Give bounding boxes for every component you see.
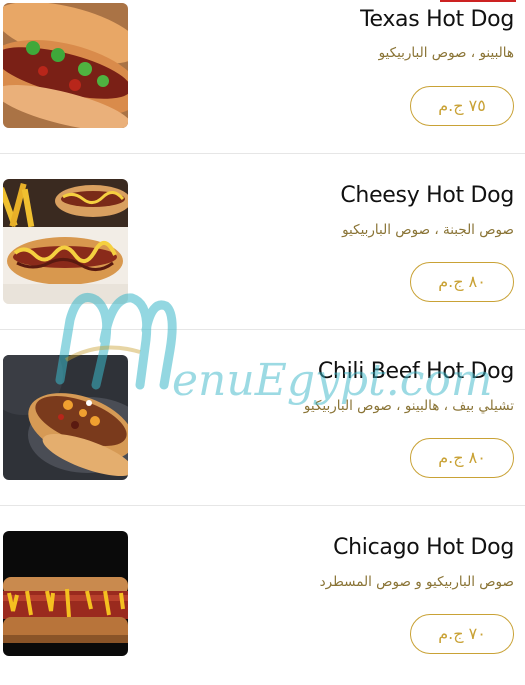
list-item[interactable]: Texas Hot Dog هالبينو ، صوص الباربيكيو ٧…: [0, 0, 525, 154]
item-title: Chili Beef Hot Dog: [317, 359, 514, 384]
menu-page: Texas Hot Dog هالبينو ، صوص الباربيكيو ٧…: [0, 0, 525, 685]
price-button[interactable]: ٧٠ ج.م: [410, 614, 514, 654]
list-item[interactable]: Cheesy Hot Dog صوص الجبنة ، صوص الباربيك…: [0, 154, 525, 330]
chicago-hot-dog-photo: [3, 531, 128, 656]
item-description: هالبينو ، صوص الباربيكيو: [378, 45, 514, 61]
chili-beef-hot-dog-photo: [3, 355, 128, 480]
item-title: Texas Hot Dog: [360, 7, 514, 32]
price-button[interactable]: ٨٠ ج.م: [410, 438, 514, 478]
item-title: Cheesy Hot Dog: [340, 183, 514, 208]
item-description: صوص الجبنة ، صوص الباربيكيو: [342, 222, 514, 238]
list-item[interactable]: Chili Beef Hot Dog تشيلي بيف ، هالبينو ،…: [0, 330, 525, 506]
item-description: تشيلي بيف ، هالبينو ، صوص الباربيكيو: [303, 398, 514, 414]
item-title: Chicago Hot Dog: [333, 535, 514, 560]
cheesy-hot-dog-photo: [3, 179, 128, 304]
list-item[interactable]: Chicago Hot Dog صوص الباربيكيو و صوص الم…: [0, 506, 525, 685]
price-button[interactable]: ٨٠ ج.م: [410, 262, 514, 302]
price-button[interactable]: ٧٥ ج.م: [410, 86, 514, 126]
item-description: صوص الباربيكيو و صوص المسطرد: [319, 574, 514, 590]
texas-hot-dog-photo: [3, 3, 128, 128]
